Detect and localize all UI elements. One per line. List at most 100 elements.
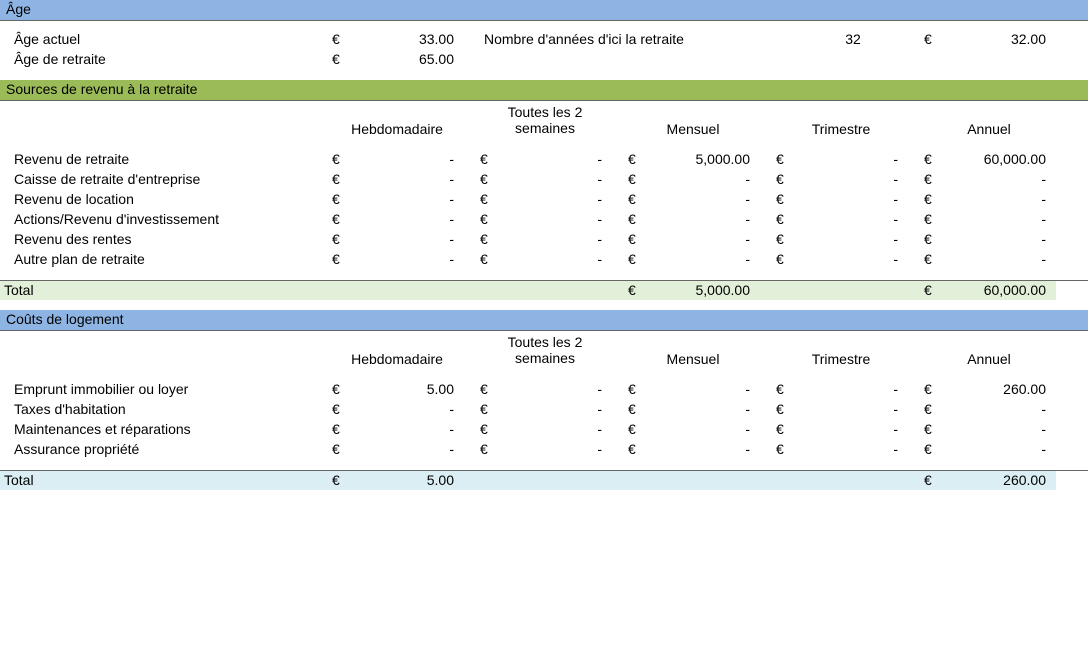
cell-value[interactable]: - <box>354 400 464 420</box>
currency-symbol: € <box>626 400 650 420</box>
cell-value[interactable]: - <box>354 250 464 270</box>
currency-symbol: € <box>478 440 502 460</box>
currency-symbol <box>478 280 502 300</box>
cell-value[interactable]: - <box>650 170 760 190</box>
age-retire-value[interactable]: 65.00 <box>354 50 464 70</box>
currency-symbol: € <box>922 420 946 440</box>
currency-symbol: € <box>774 380 798 400</box>
table-row: Maintenances et réparations €- €- €- €- … <box>0 420 1088 440</box>
income-section-header: Sources de revenu à la retraite <box>0 80 1088 100</box>
cell-value[interactable]: - <box>502 420 612 440</box>
housing-columns-row1: Toutes les 2 semaines <box>0 330 1088 350</box>
col-monthly: Mensuel <box>626 120 760 140</box>
income-section-title: Sources de revenu à la retraite <box>0 80 1088 100</box>
years-to-retire-mid: 32 <box>798 30 908 50</box>
cell-value[interactable]: 60,000.00 <box>946 150 1056 170</box>
currency-symbol: € <box>626 440 650 460</box>
currency-symbol: € <box>626 210 650 230</box>
cell-value[interactable]: - <box>946 420 1056 440</box>
currency-symbol <box>774 280 798 300</box>
cell-value[interactable]: - <box>798 170 908 190</box>
currency-symbol: € <box>478 170 502 190</box>
currency-symbol: € <box>774 150 798 170</box>
cell-value[interactable]: - <box>798 190 908 210</box>
cell-value[interactable]: - <box>650 380 760 400</box>
cell-value[interactable]: - <box>650 420 760 440</box>
cell-value[interactable]: - <box>502 210 612 230</box>
currency-symbol: € <box>922 470 946 490</box>
col-biweekly: Toutes les 2 semaines <box>478 100 612 140</box>
cell-value[interactable]: - <box>798 420 908 440</box>
table-row: Actions/Revenu d'investissement €- €- €-… <box>0 210 1088 230</box>
currency-symbol: € <box>922 230 946 250</box>
cell-value[interactable]: - <box>798 250 908 270</box>
row-label: Taxes d'habitation <box>0 400 330 420</box>
table-row: Assurance propriété €- €- €- €- €- <box>0 440 1088 460</box>
cell-value[interactable]: - <box>798 440 908 460</box>
cell-value[interactable]: - <box>650 440 760 460</box>
row-label: Maintenances et réparations <box>0 420 330 440</box>
cell-value[interactable]: - <box>798 150 908 170</box>
cell-value[interactable]: - <box>946 230 1056 250</box>
cell-value[interactable]: - <box>354 170 464 190</box>
cell-value[interactable]: - <box>502 150 612 170</box>
cell-value[interactable]: - <box>502 380 612 400</box>
currency-symbol: € <box>626 190 650 210</box>
cell-value[interactable]: - <box>650 230 760 250</box>
total-label: Total <box>0 280 330 300</box>
cell-value[interactable]: - <box>502 230 612 250</box>
currency-symbol: € <box>330 50 354 70</box>
currency-symbol: € <box>774 230 798 250</box>
years-to-retire-label: Nombre d'années d'ici la retraite <box>478 30 774 50</box>
cell-value[interactable]: - <box>798 210 908 230</box>
cell-value[interactable]: 260.00 <box>946 380 1056 400</box>
housing-total-row: Total €5.00 €260.00 <box>0 470 1088 490</box>
cell-value[interactable]: - <box>354 190 464 210</box>
cell-value[interactable]: - <box>946 170 1056 190</box>
cell-value[interactable]: - <box>946 440 1056 460</box>
currency-symbol: € <box>478 400 502 420</box>
currency-symbol: € <box>478 250 502 270</box>
table-row: Autre plan de retraite €- €- €- €- €- <box>0 250 1088 270</box>
cell-value[interactable]: - <box>650 190 760 210</box>
cell-value[interactable]: - <box>354 440 464 460</box>
age-current-value[interactable]: 33.00 <box>354 30 464 50</box>
currency-symbol: € <box>330 440 354 460</box>
col-weekly: Hebdomadaire <box>330 350 464 370</box>
cell-value[interactable]: - <box>354 420 464 440</box>
currency-symbol: € <box>478 210 502 230</box>
cell-value[interactable]: - <box>798 380 908 400</box>
total-value <box>798 470 908 490</box>
cell-value[interactable]: - <box>502 400 612 420</box>
cell-value[interactable]: - <box>354 150 464 170</box>
row-label: Caisse de retraite d'entreprise <box>0 170 330 190</box>
cell-value[interactable]: - <box>946 250 1056 270</box>
cell-value[interactable]: - <box>650 210 760 230</box>
currency-symbol: € <box>922 210 946 230</box>
cell-value[interactable]: - <box>798 230 908 250</box>
cell-value[interactable]: - <box>946 400 1056 420</box>
currency-symbol <box>330 280 354 300</box>
cell-value[interactable]: - <box>650 250 760 270</box>
cell-value[interactable]: - <box>502 190 612 210</box>
cell-value[interactable]: - <box>502 170 612 190</box>
currency-symbol: € <box>330 420 354 440</box>
cell-value[interactable]: 5.00 <box>354 380 464 400</box>
currency-symbol: € <box>922 400 946 420</box>
cell-value[interactable]: - <box>946 210 1056 230</box>
cell-value[interactable]: - <box>946 190 1056 210</box>
cell-value[interactable]: - <box>502 250 612 270</box>
currency-symbol <box>774 470 798 490</box>
col-biweekly: Toutes les 2 semaines <box>478 330 612 370</box>
cell-value[interactable]: - <box>354 210 464 230</box>
total-value <box>798 280 908 300</box>
cell-value[interactable]: - <box>354 230 464 250</box>
currency-symbol: € <box>330 150 354 170</box>
cell-value[interactable]: 5,000.00 <box>650 150 760 170</box>
cell-value[interactable]: - <box>502 440 612 460</box>
cell-value[interactable]: - <box>798 400 908 420</box>
table-row: Revenu des rentes €- €- €- €- €- <box>0 230 1088 250</box>
cell-value[interactable]: - <box>650 400 760 420</box>
age-retire-label: Âge de retraite <box>0 50 330 70</box>
age-row-current: Âge actuel € 33.00 Nombre d'années d'ici… <box>0 30 1088 50</box>
